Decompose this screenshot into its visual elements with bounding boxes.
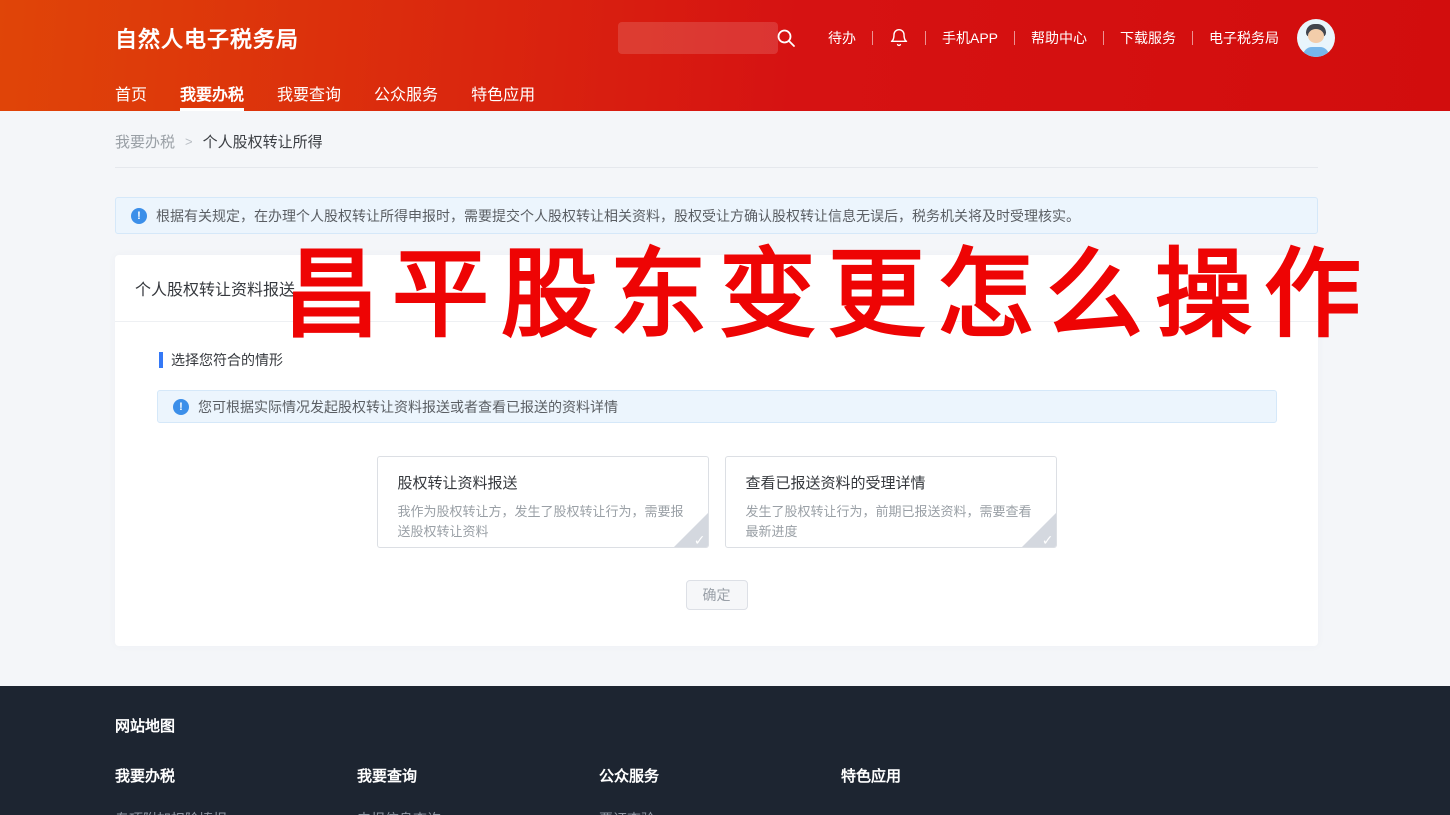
sitemap-title: 网站地图	[115, 715, 1450, 736]
option-description: 发生了股权转让行为，前期已报送资料，需要查看最新进度	[746, 502, 1036, 542]
search-wrap	[618, 22, 796, 54]
avatar-shirt	[1303, 47, 1329, 57]
nav-query[interactable]: 我要查询	[277, 75, 341, 111]
option-title: 查看已报送资料的受理详情	[746, 472, 1036, 493]
avatar-face	[1308, 29, 1324, 43]
breadcrumb-parent[interactable]: 我要办税	[115, 131, 175, 152]
search-icon[interactable]	[776, 28, 796, 48]
info-icon: !	[131, 208, 147, 224]
header-right-menu: 待办 手机APP 帮助中心 下载服务 电子税务局	[618, 19, 1335, 57]
top-notice-text: 根据有关规定，在办理个人股权转让所得申报时，需要提交个人股权转让相关资料，股权受…	[156, 206, 1080, 226]
top-notice-banner: ! 根据有关规定，在办理个人股权转让所得申报时，需要提交个人股权转让相关资料，股…	[115, 197, 1318, 234]
nav-tax-handling[interactable]: 我要办税	[180, 75, 244, 111]
inner-notice-banner: ! 您可根据实际情况发起股权转让资料报送或者查看已报送的资料详情	[157, 390, 1277, 423]
option-description: 我作为股权转让方，发生了股权转让行为，需要报送股权转让资料	[398, 502, 688, 542]
breadcrumb-divider	[115, 167, 1318, 168]
divider	[925, 31, 926, 45]
panel-header: 个人股权转让资料报送	[115, 255, 1318, 322]
mobile-app-link[interactable]: 手机APP	[942, 28, 998, 48]
divider	[872, 31, 873, 45]
confirm-button[interactable]: 确定	[686, 580, 748, 610]
option-card-submit-materials[interactable]: 股权转让资料报送 我作为股权转让方，发生了股权转让行为，需要报送股权转让资料 ✓	[377, 456, 709, 548]
footer-link[interactable]: 专项附加扣除填报	[115, 809, 357, 815]
divider	[1014, 31, 1015, 45]
search-input[interactable]	[618, 22, 778, 54]
checkmark-icon: ✓	[694, 533, 706, 547]
header-top: 自然人电子税务局 待办 手机APP 帮助中心 下载服务 电子税务局	[0, 0, 1450, 75]
footer-col-title: 我要查询	[357, 765, 599, 786]
notification-bell-icon[interactable]	[889, 27, 909, 49]
divider	[1192, 31, 1193, 45]
download-service-link[interactable]: 下载服务	[1120, 28, 1176, 48]
section-label: 选择您符合的情形	[159, 350, 1318, 370]
option-card-view-progress[interactable]: 查看已报送资料的受理详情 发生了股权转让行为，前期已报送资料，需要查看最新进度 …	[725, 456, 1057, 548]
footer-link[interactable]: 票证查验	[599, 809, 841, 815]
footer-col-tax-handling: 我要办税 专项附加扣除填报	[115, 765, 357, 815]
footer-col-public-service: 公众服务 票证查验	[599, 765, 841, 815]
section-accent-bar	[159, 352, 163, 368]
section-label-text: 选择您符合的情形	[171, 350, 283, 370]
main-nav: 首页 我要办税 我要查询 公众服务 特色应用	[0, 75, 1450, 111]
nav-featured-apps[interactable]: 特色应用	[471, 75, 535, 111]
footer-col-title: 我要办税	[115, 765, 357, 786]
footer-col-query: 我要查询 申报信息查询	[357, 765, 599, 815]
option-title: 股权转让资料报送	[398, 472, 688, 493]
footer-col-title: 特色应用	[841, 765, 1083, 786]
breadcrumb-current: 个人股权转让所得	[203, 131, 323, 152]
user-avatar[interactable]	[1297, 19, 1335, 57]
breadcrumb-separator: >	[185, 134, 193, 149]
site-logo: 自然人电子税务局	[115, 22, 299, 54]
inner-notice-text: 您可根据实际情况发起股权转让资料报送或者查看已报送的资料详情	[198, 397, 618, 417]
etax-bureau-link[interactable]: 电子税务局	[1209, 28, 1279, 48]
footer-col-featured-apps: 特色应用	[841, 765, 1083, 815]
checkmark-icon: ✓	[1042, 533, 1054, 547]
footer-columns: 我要办税 专项附加扣除填报 我要查询 申报信息查询 公众服务 票证查验 特色应用	[115, 765, 1450, 815]
breadcrumb: 我要办税 > 个人股权转让所得	[115, 131, 1450, 152]
header: 自然人电子税务局 待办 手机APP 帮助中心 下载服务 电子税务局	[0, 0, 1450, 111]
main-panel: 个人股权转让资料报送 选择您符合的情形 ! 您可根据实际情况发起股权转让资料报送…	[115, 255, 1318, 646]
help-center-link[interactable]: 帮助中心	[1031, 28, 1087, 48]
todo-link[interactable]: 待办	[828, 28, 856, 48]
divider	[1103, 31, 1104, 45]
footer-col-title: 公众服务	[599, 765, 841, 786]
nav-public-service[interactable]: 公众服务	[374, 75, 438, 111]
options-row: 股权转让资料报送 我作为股权转让方，发生了股权转让行为，需要报送股权转让资料 ✓…	[115, 456, 1318, 548]
panel-title: 个人股权转让资料报送	[135, 276, 295, 300]
footer-link[interactable]: 申报信息查询	[357, 809, 599, 815]
footer: 网站地图 我要办税 专项附加扣除填报 我要查询 申报信息查询 公众服务 票证查验…	[0, 686, 1450, 815]
info-icon: !	[173, 399, 189, 415]
confirm-row: 确定	[115, 580, 1318, 610]
nav-home[interactable]: 首页	[115, 75, 147, 111]
